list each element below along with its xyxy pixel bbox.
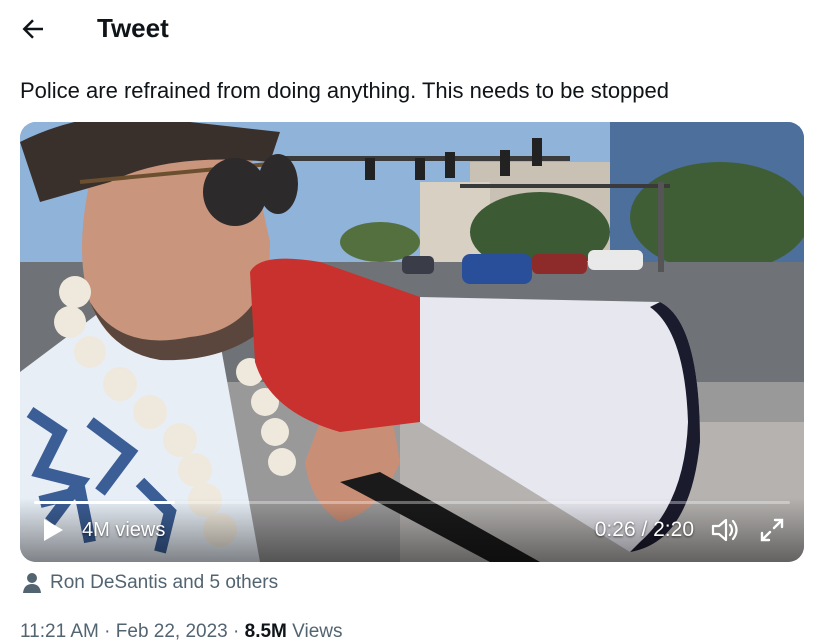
person-icon [23,573,41,593]
tweet-date[interactable]: Feb 22, 2023 [116,621,228,642]
progress-fill [34,501,175,504]
arrow-left-icon[interactable] [18,14,48,44]
volume-icon[interactable] [710,516,740,544]
views-count: 8.5M [244,621,287,642]
tweet-meta: 11:21 AM · Feb 22, 2023 · 8.5M Views [20,620,343,644]
views-label: Views [286,621,343,642]
meta-separator: · [98,621,116,642]
tweet-text: Police are refrained from doing anything… [20,78,669,103]
video-time: 0:26 / 2:20 [594,518,694,541]
tweet-time[interactable]: 11:21 AM [20,621,99,642]
video-controls: 4M views 0:26 / 2:20 [20,498,804,562]
video-views: 4M views [82,519,166,541]
play-icon[interactable] [42,518,64,542]
page-title: Tweet [97,13,169,43]
meta-separator: · [227,621,245,642]
video-player[interactable]: 4M views 0:26 / 2:20 [20,122,804,562]
video-frame [20,122,804,562]
fullscreen-icon[interactable] [758,516,786,544]
tagged-users[interactable]: Ron DeSantis and 5 others [22,570,278,596]
progress-bar[interactable] [34,501,790,504]
header: Tweet [0,0,823,56]
tagged-users-text: Ron DeSantis and 5 others [50,572,279,593]
